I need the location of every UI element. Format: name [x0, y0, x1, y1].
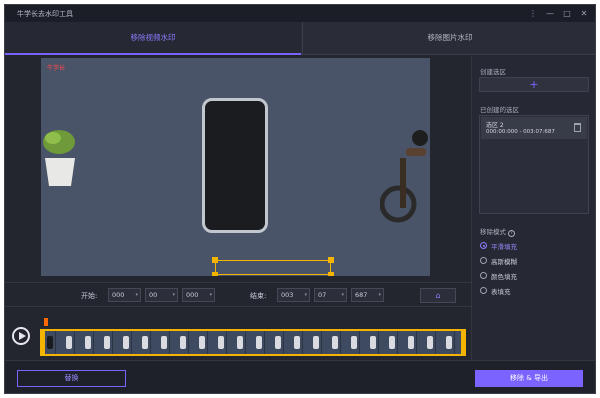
video-preview[interactable]: 牛学长	[41, 58, 430, 276]
create-selection-title: 创建选区	[480, 68, 506, 76]
start-label: 开始:	[81, 292, 98, 300]
app-window: 牛学长去水印工具 ⋮ — □ ✕ 移除视频水印 移除图片水印 牛学长 开始: 0	[4, 4, 596, 394]
start-minutes-field[interactable]: 000 ▾	[108, 288, 141, 302]
timeline-frame	[44, 331, 56, 354]
watermark-selection-box[interactable]	[215, 260, 331, 275]
pin-icon[interactable]: ⌂	[420, 288, 456, 303]
timeline-frame	[63, 331, 75, 354]
selection-name: 选区 2	[486, 122, 504, 129]
timeline-frame	[158, 331, 170, 354]
timeline-frame	[215, 331, 227, 354]
timeline-frame	[234, 331, 246, 354]
radio-icon[interactable]	[480, 242, 487, 249]
playhead-marker[interactable]	[44, 318, 48, 326]
close-icon[interactable]: ✕	[578, 8, 590, 19]
timeline-frame	[291, 331, 303, 354]
add-selection-button[interactable]: +	[479, 77, 589, 92]
selection-list: 选区 2 000:00:000 - 003:07:687	[479, 115, 589, 214]
restore-icon[interactable]: □	[561, 8, 573, 19]
selection-time-range: 000:00:000 - 003:07:687	[486, 129, 555, 135]
end-millis-field[interactable]: 687 ▾	[351, 288, 384, 302]
end-seconds-field[interactable]: 07 ▾	[314, 288, 347, 302]
start-millis-field[interactable]: 000 ▾	[182, 288, 215, 302]
timeline-frame	[405, 331, 417, 354]
time-range-row: 开始: 000 ▾ 00 ▾ 000 ▾ 结束: 003 ▾ 07 ▾ 687 ▾ ⌂	[5, 282, 471, 307]
created-selections-title: 已创建的选区	[480, 106, 519, 114]
trash-icon[interactable]	[574, 123, 581, 132]
timeline-frame	[367, 331, 379, 354]
end-minutes-field[interactable]: 003 ▾	[277, 288, 310, 302]
menu-icon[interactable]: ⋮	[527, 8, 539, 19]
timeline-frame	[120, 331, 132, 354]
timeline-frame	[424, 331, 436, 354]
timeline	[5, 310, 471, 360]
bike-image	[380, 130, 428, 223]
timeline-start-handle[interactable]	[40, 329, 45, 356]
timeline-end-handle[interactable]	[461, 329, 466, 356]
timeline-frame	[386, 331, 398, 354]
timeline-frame	[443, 331, 455, 354]
timeline-frame	[101, 331, 113, 354]
removal-mode-title: 移除模式?	[480, 226, 515, 237]
timeline-frame	[177, 331, 189, 354]
tab-video-watermark[interactable]: 移除视频水印	[5, 22, 301, 55]
timeline-frame	[82, 331, 94, 354]
selection-handle-tr[interactable]	[328, 257, 334, 263]
minimize-icon[interactable]: —	[544, 8, 556, 19]
timeline-frame	[272, 331, 284, 354]
timeline-frame	[329, 331, 341, 354]
remove-export-button[interactable]: 移除 & 导出	[475, 370, 583, 387]
timeline-frame	[253, 331, 265, 354]
end-label: 结束:	[250, 292, 267, 300]
selection-panel: 创建选区 + 已创建的选区 选区 2 000:00:000 - 003:07:6…	[471, 56, 595, 360]
selection-handle-bl[interactable]	[212, 272, 218, 276]
start-seconds-field[interactable]: 00 ▾	[145, 288, 178, 302]
bottom-bar: 替换 移除 & 导出	[5, 360, 595, 393]
title-bar: 牛学长去水印工具 ⋮ — □ ✕	[5, 5, 595, 22]
phone-image	[202, 98, 268, 233]
help-icon[interactable]: ?	[508, 230, 515, 237]
timeline-strip[interactable]	[42, 329, 464, 356]
timeline-frame	[310, 331, 322, 354]
replace-button[interactable]: 替换	[17, 370, 126, 387]
timeline-frame	[139, 331, 151, 354]
radio-icon[interactable]	[480, 287, 487, 294]
selection-handle-br[interactable]	[328, 272, 334, 276]
radio-icon[interactable]	[480, 257, 487, 264]
plant-image	[43, 130, 75, 186]
app-title: 牛学长去水印工具	[17, 10, 73, 18]
selection-item[interactable]: 选区 2 000:00:000 - 003:07:687	[481, 117, 587, 139]
tab-bar: 移除视频水印 移除图片水印	[5, 22, 595, 55]
play-icon[interactable]	[12, 327, 30, 345]
timeline-frame	[348, 331, 360, 354]
timeline-frame	[196, 331, 208, 354]
radio-icon[interactable]	[480, 272, 487, 279]
selection-handle-tl[interactable]	[212, 257, 218, 263]
tab-image-watermark[interactable]: 移除图片水印	[302, 22, 595, 55]
video-watermark-text: 牛学长	[47, 65, 66, 72]
